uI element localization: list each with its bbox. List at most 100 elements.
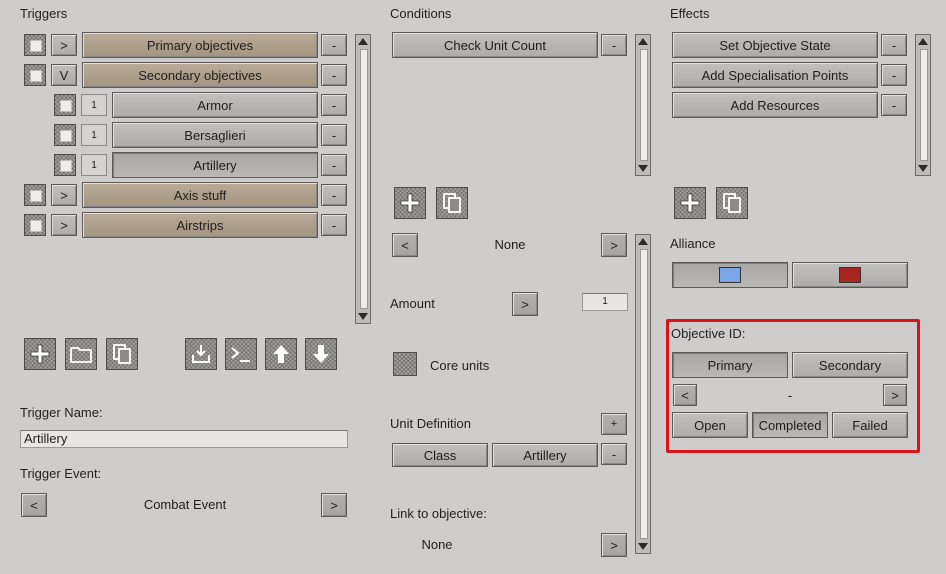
condition-next-button[interactable]: >	[601, 233, 627, 257]
trigger-checkbox[interactable]	[24, 64, 46, 86]
trigger-item-bersaglieri[interactable]: Bersaglieri	[112, 122, 318, 148]
scroll-track[interactable]	[360, 49, 368, 309]
effect-item-add-resources[interactable]: Add Resources	[672, 92, 878, 118]
trigger-checkbox[interactable]	[54, 154, 76, 176]
alliance-axis-button[interactable]	[792, 262, 908, 288]
remove-button[interactable]: -	[601, 443, 627, 465]
remove-button[interactable]: -	[881, 64, 907, 86]
scroll-up-icon[interactable]	[638, 38, 648, 45]
trigger-checkbox[interactable]	[24, 184, 46, 206]
remove-button[interactable]: -	[321, 34, 347, 56]
add-trigger-button[interactable]	[24, 338, 56, 370]
remove-button[interactable]: -	[321, 214, 347, 236]
copy-condition-button[interactable]	[436, 187, 468, 219]
expand-button[interactable]: >	[51, 34, 77, 56]
unit-definition-value-button[interactable]: Artillery	[492, 443, 598, 467]
scroll-down-icon[interactable]	[918, 165, 928, 172]
scroll-up-icon[interactable]	[358, 38, 368, 45]
copy-icon	[723, 193, 741, 213]
link-to-objective-value: None	[421, 536, 453, 552]
unit-definition-label: Unit Definition	[390, 416, 471, 431]
conditions-title: Conditions	[390, 6, 452, 21]
scroll-up-icon[interactable]	[918, 38, 928, 45]
trigger-item-airstrips[interactable]: Airstrips	[82, 212, 318, 238]
remove-button[interactable]: -	[321, 64, 347, 86]
add-condition-button[interactable]	[394, 187, 426, 219]
amount-input[interactable]: 1	[582, 293, 628, 311]
link-to-objective-button[interactable]: >	[601, 533, 627, 557]
remove-button[interactable]: -	[321, 184, 347, 206]
console-icon	[231, 347, 250, 362]
expand-button[interactable]: >	[51, 214, 77, 236]
expand-button[interactable]: >	[51, 184, 77, 206]
condition-details-scrollbar[interactable]	[635, 234, 651, 554]
console-button[interactable]	[225, 338, 257, 370]
add-folder-button[interactable]	[65, 338, 97, 370]
trigger-checkbox[interactable]	[54, 124, 76, 146]
collapse-button[interactable]: V	[51, 64, 77, 86]
amount-label: Amount	[390, 296, 435, 311]
condition-item-check-unit-count[interactable]: Check Unit Count	[392, 32, 598, 58]
import-icon	[192, 345, 210, 363]
condition-prev-button[interactable]: <	[392, 233, 418, 257]
alliance-allied-swatch	[719, 267, 741, 283]
trigger-item-artillery[interactable]: Artillery	[112, 152, 318, 178]
triggers-scrollbar[interactable]	[355, 34, 371, 324]
core-units-checkbox[interactable]	[393, 352, 417, 376]
scroll-up-icon[interactable]	[638, 238, 648, 245]
scroll-down-icon[interactable]	[638, 543, 648, 550]
trigger-name-label: Trigger Name:	[20, 405, 103, 420]
folder-icon	[70, 347, 92, 363]
trigger-name-input[interactable]: Artillery	[20, 430, 348, 448]
objective-state-completed-button[interactable]: Completed	[752, 412, 828, 438]
remove-button[interactable]: -	[881, 94, 907, 116]
plus-icon	[30, 344, 50, 364]
alliance-allied-button[interactable]	[672, 262, 788, 288]
scroll-track[interactable]	[640, 49, 648, 161]
event-next-button[interactable]: >	[321, 493, 347, 517]
add-effect-button[interactable]	[674, 187, 706, 219]
core-units-label: Core units	[430, 358, 490, 373]
trigger-item-primary-objectives[interactable]: Primary objectives	[82, 32, 318, 58]
alliance-label: Alliance	[670, 236, 716, 251]
move-down-button[interactable]	[305, 338, 337, 370]
objective-state-failed-button[interactable]: Failed	[832, 412, 908, 438]
remove-button[interactable]: -	[321, 94, 347, 116]
scroll-down-icon[interactable]	[358, 313, 368, 320]
alliance-axis-swatch	[839, 267, 861, 283]
scroll-down-icon[interactable]	[638, 165, 648, 172]
conditions-scrollbar[interactable]	[635, 34, 651, 176]
scroll-track[interactable]	[920, 49, 928, 161]
trigger-item-armor[interactable]: Armor	[112, 92, 318, 118]
remove-button[interactable]: -	[601, 34, 627, 56]
effect-item-set-objective-state[interactable]: Set Objective State	[672, 32, 878, 58]
effect-item-add-specialisation-points[interactable]: Add Specialisation Points	[672, 62, 878, 88]
effects-scrollbar[interactable]	[915, 34, 931, 176]
amount-button[interactable]: >	[512, 292, 538, 316]
effects-title: Effects	[670, 6, 710, 21]
trigger-item-secondary-objectives[interactable]: Secondary objectives	[82, 62, 318, 88]
import-button[interactable]	[185, 338, 217, 370]
remove-button[interactable]: -	[321, 124, 347, 146]
event-prev-button[interactable]: <	[21, 493, 47, 517]
remove-button[interactable]: -	[881, 34, 907, 56]
trigger-checkbox[interactable]	[24, 214, 46, 236]
objective-primary-button[interactable]: Primary	[672, 352, 788, 378]
trigger-checkbox[interactable]	[24, 34, 46, 56]
scroll-track[interactable]	[640, 249, 648, 539]
plus-icon	[400, 193, 420, 213]
move-up-button[interactable]	[265, 338, 297, 370]
trigger-item-axis-stuff[interactable]: Axis stuff	[82, 182, 318, 208]
remove-button[interactable]: -	[321, 154, 347, 176]
objective-id-prev-button[interactable]: <	[673, 384, 697, 406]
objective-id-value: -	[787, 387, 793, 403]
copy-trigger-button[interactable]	[106, 338, 138, 370]
unit-definition-class-button[interactable]: Class	[392, 443, 488, 467]
objective-secondary-button[interactable]: Secondary	[792, 352, 908, 378]
objective-state-open-button[interactable]: Open	[672, 412, 748, 438]
copy-effect-button[interactable]	[716, 187, 748, 219]
trigger-checkbox[interactable]	[54, 94, 76, 116]
add-unit-definition-button[interactable]: +	[601, 413, 627, 435]
trigger-count: 1	[81, 124, 107, 146]
objective-id-next-button[interactable]: >	[883, 384, 907, 406]
